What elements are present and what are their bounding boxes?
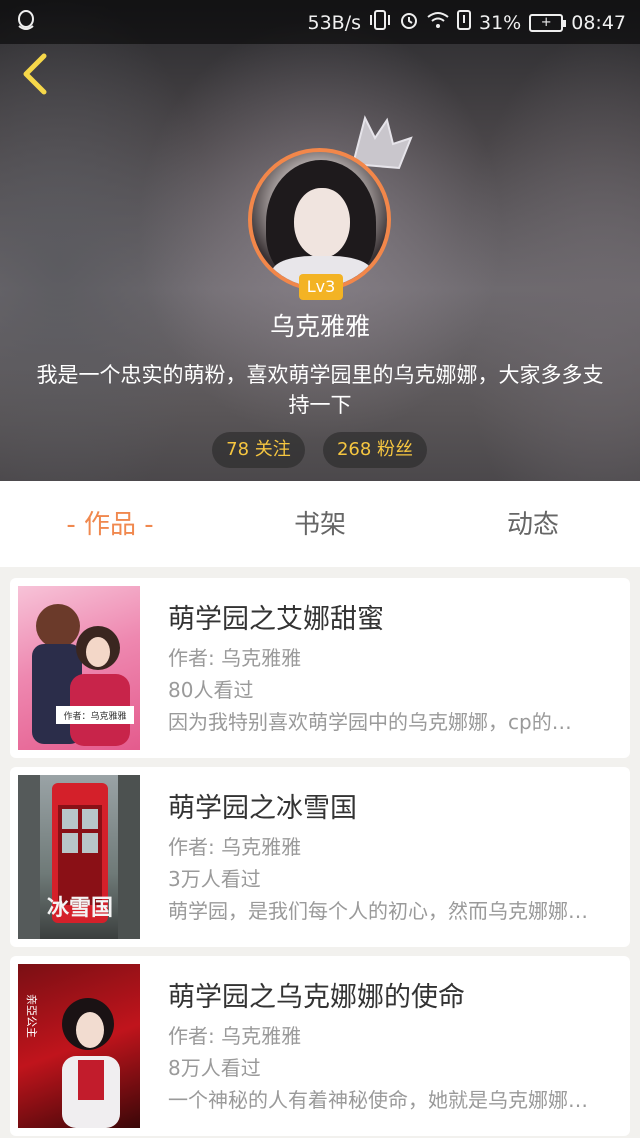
qq-penguin-icon: [16, 10, 36, 37]
level-badge: Lv3: [299, 274, 343, 300]
work-title[interactable]: 萌学园之乌克娜娜的使命: [168, 980, 465, 1016]
work-card[interactable]: 作者：乌克雅雅 萌学园之艾娜甜蜜 作者: 乌克雅雅 80人看过 因为我特别喜欢萌…: [10, 578, 630, 758]
battery-icon: +: [529, 13, 567, 32]
work-author: 作者: 乌克雅雅: [168, 646, 302, 670]
avatar[interactable]: [248, 148, 391, 291]
clock-time: 08:47: [571, 11, 626, 34]
vibrate-icon: [369, 10, 391, 35]
status-bar: 53B/s 31% + 08:47: [0, 0, 640, 44]
alarm-icon: [399, 10, 419, 35]
work-title[interactable]: 萌学园之冰雪国: [168, 791, 357, 827]
tab-activity[interactable]: 动态: [463, 507, 603, 543]
work-card[interactable]: 冰雪国 萌学园之冰雪国 作者: 乌克雅雅 3万人看过 萌学园，是我们每个人的初心…: [10, 767, 630, 947]
book-cover: 冰雪国: [18, 775, 140, 939]
book-cover: 作者：乌克雅雅: [18, 586, 140, 750]
sim-icon: [457, 10, 471, 35]
work-description: 一个神秘的人有着神秘使命，她就是乌克娜娜…: [168, 1088, 588, 1112]
book-cover: 亲亞公主: [18, 964, 140, 1128]
work-author: 作者: 乌克雅雅: [168, 1024, 302, 1048]
tab-works[interactable]: - 作品 -: [40, 507, 180, 543]
work-card[interactable]: 亲亞公主 萌学园之乌克娜娜的使命 作者: 乌克雅雅 8万人看过 一个神秘的人有着…: [10, 956, 630, 1136]
work-views: 80人看过: [168, 678, 254, 702]
profile-header: 53B/s 31% + 08:47 Lv3 乌克雅雅 我是一个忠实的萌粉，喜欢萌…: [0, 0, 640, 481]
work-author: 作者: 乌克雅雅: [168, 835, 302, 859]
work-views: 3万人看过: [168, 867, 261, 891]
work-description: 萌学园，是我们每个人的初心，然而乌克娜娜…: [168, 899, 588, 923]
cover-caption: 亲亞公主: [25, 994, 39, 1038]
fans-count-button[interactable]: 268 粉丝: [323, 432, 427, 468]
tab-bookshelf[interactable]: 书架: [250, 507, 390, 543]
profile-tabs: - 作品 - 书架 动态: [0, 481, 640, 567]
cover-caption: 冰雪国: [47, 896, 113, 921]
user-name: 乌克雅雅: [269, 312, 370, 341]
cover-caption: 作者：乌克雅雅: [63, 710, 126, 722]
work-views: 8万人看过: [168, 1056, 261, 1080]
battery-percent: 31%: [479, 11, 522, 34]
work-description: 因为我特别喜欢萌学园中的乌克娜娜，cp的…: [168, 710, 572, 734]
network-speed: 53B/s: [307, 11, 361, 34]
following-count-button[interactable]: 78 关注: [212, 432, 305, 468]
work-title[interactable]: 萌学园之艾娜甜蜜: [168, 602, 384, 638]
back-arrow-icon[interactable]: [18, 52, 58, 96]
user-bio: 我是一个忠实的萌粉，喜欢萌学园里的乌克娜娜，大家多多支持一下: [36, 363, 604, 417]
wifi-icon: [427, 11, 449, 34]
